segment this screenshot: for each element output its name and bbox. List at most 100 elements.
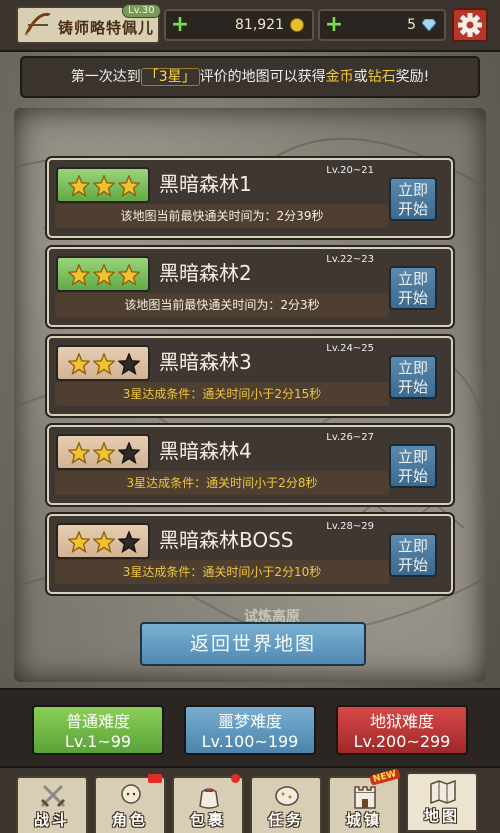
notice-text-2: 评价的地图可以获得 (199, 69, 326, 85)
gem-value: 5 (407, 17, 416, 33)
stage-info-text: 3星达成条件：通关时间小于2分8秒 (126, 476, 318, 490)
difficulty-normal-button[interactable]: 普通难度 Lv.1~99 (32, 705, 164, 755)
player-profile[interactable]: Lv.30 铸师略特佩儿 (16, 4, 161, 44)
character-icon (121, 784, 141, 804)
star-filled-icon (92, 441, 116, 465)
stage-level-range: Lv.24~25 (326, 343, 374, 354)
nav-battle-label: 战斗 (33, 811, 70, 829)
player-level-badge: Lv.30 (122, 4, 161, 18)
star-filled-icon (117, 174, 141, 198)
notice-stars: 「3星」 (140, 68, 200, 86)
stage-start-button[interactable]: 立即 开始 (389, 533, 437, 577)
notice-text-1: 第一次达到 (70, 69, 141, 85)
town-icon (354, 786, 376, 809)
bag-icon (199, 788, 219, 809)
stage-star-rating (56, 345, 150, 381)
nav-quest-label: 任务 (267, 811, 304, 829)
difficulty-hell-name: 地狱难度 (369, 712, 434, 731)
star-filled-icon (67, 352, 91, 376)
notice-or: 或 (353, 69, 368, 85)
nav-map-label: 地图 (423, 807, 460, 825)
gold-resource: + 81,921 (164, 9, 314, 41)
star-filled-icon (92, 530, 116, 554)
notice-diamond: 钻石 (367, 69, 396, 85)
difficulty-nightmare-range: Lv.100~199 (201, 732, 299, 751)
town-new-tag: NEW (369, 768, 401, 786)
stage-star-rating (56, 523, 150, 559)
settings-button[interactable] (452, 8, 488, 42)
notice-text-3: 奖励! (395, 69, 430, 85)
gear-icon (458, 13, 482, 37)
character-alert-dot (148, 774, 162, 783)
gold-value: 81,921 (235, 17, 284, 33)
stage-name: 黑暗森林2 (159, 261, 252, 285)
star-filled-icon (92, 263, 116, 287)
stage-level-range: Lv.26~27 (326, 432, 374, 443)
nav-quest[interactable]: 任务 (250, 776, 322, 833)
stage-info-text: 3星达成条件：通关时间小于2分15秒 (122, 387, 322, 401)
star-filled-icon (67, 441, 91, 465)
nav-town[interactable]: NEW 城镇 (328, 768, 401, 833)
stage-name: 黑暗森林1 (159, 172, 252, 196)
stage-info-text: 该地图当前最快通关时间为：2分39秒 (120, 209, 324, 223)
stage-card[interactable]: 黑暗森林BOSS Lv.28~29 3星达成条件：通关时间小于2分10秒 立即 开始 (47, 514, 453, 594)
stage-start-button[interactable]: 立即 开始 (389, 355, 437, 399)
stage-level-range: Lv.22~23 (326, 254, 374, 265)
stage-start-button[interactable]: 立即 开始 (389, 444, 437, 488)
bottom-nav: 战斗 角色 包裹 任务 NEW 城镇 地图 (0, 766, 500, 833)
add-gold-button[interactable]: + (170, 14, 190, 36)
nav-battle[interactable]: 战斗 (16, 776, 88, 833)
nav-town-label: 城镇 (345, 811, 382, 829)
add-gem-button[interactable]: + (324, 14, 344, 36)
star-filled-icon (67, 263, 91, 287)
star-filled-icon (117, 263, 141, 287)
reward-notice: 第一次达到 「3星」 评价的地图可以获得金币或钻石奖励! (20, 56, 480, 98)
stage-info-text: 3星达成条件：通关时间小于2分10秒 (122, 565, 322, 579)
bow-icon (24, 12, 51, 36)
stage-card[interactable]: 黑暗森林1 Lv.20~21 该地图当前最快通关时间为：2分39秒 立即 开始 (47, 158, 453, 238)
difficulty-nightmare-button[interactable]: 噩梦难度 Lv.100~199 (184, 705, 316, 755)
star-empty-icon (117, 530, 141, 554)
swords-icon (40, 784, 66, 808)
difficulty-nightmare-name: 噩梦难度 (217, 712, 282, 731)
stage-info-text: 该地图当前最快通关时间为：2分3秒 (124, 298, 320, 312)
stage-card[interactable]: 黑暗森林3 Lv.24~25 3星达成条件：通关时间小于2分15秒 立即 开始 (47, 336, 453, 416)
nav-character[interactable]: 角色 (94, 774, 166, 833)
player-name: 铸师略特佩儿 (58, 19, 155, 37)
bag-alert-dot (231, 774, 240, 783)
nav-map[interactable]: 地图 (406, 772, 478, 832)
difficulty-bar: 普通难度 Lv.1~99 噩梦难度 Lv.100~199 地狱难度 Lv.200… (0, 688, 500, 766)
star-empty-icon (117, 441, 141, 465)
stage-start-button[interactable]: 立即 开始 (389, 177, 437, 221)
notice-gold: 金币 (325, 69, 354, 85)
stage-start-button[interactable]: 立即 开始 (389, 266, 437, 310)
diamond-icon (422, 19, 436, 31)
nav-character-label: 角色 (111, 811, 148, 829)
nav-bag-label: 包裹 (189, 811, 226, 829)
difficulty-hell-button[interactable]: 地狱难度 Lv.200~299 (336, 705, 468, 755)
stage-card[interactable]: 黑暗森林2 Lv.22~23 该地图当前最快通关时间为：2分3秒 立即 开始 (47, 247, 453, 327)
stage-level-range: Lv.20~21 (326, 165, 374, 176)
stage-card[interactable]: 黑暗森林4 Lv.26~27 3星达成条件：通关时间小于2分8秒 立即 开始 (47, 425, 453, 505)
stage-name: 黑暗森林3 (159, 350, 252, 374)
top-bar: Lv.30 铸师略特佩儿 + 81,921 + 5 (0, 0, 500, 52)
difficulty-hell-range: Lv.200~299 (353, 732, 451, 751)
stage-star-rating (56, 256, 150, 292)
map-icon (430, 779, 456, 805)
star-filled-icon (67, 174, 91, 198)
star-filled-icon (92, 174, 116, 198)
stage-star-rating (56, 167, 150, 203)
stage-star-rating (56, 434, 150, 470)
star-filled-icon (92, 352, 116, 376)
stage-level-range: Lv.28~29 (326, 521, 374, 532)
difficulty-normal-name: 普通难度 (65, 712, 130, 731)
star-filled-icon (67, 530, 91, 554)
nav-bag[interactable]: 包裹 (172, 774, 244, 833)
difficulty-normal-range: Lv.1~99 (64, 732, 132, 751)
return-world-map-button[interactable]: 返回世界地图 (140, 622, 366, 666)
star-empty-icon (117, 352, 141, 376)
coin-icon (290, 18, 304, 32)
stage-name: 黑暗森林4 (159, 439, 252, 463)
gem-resource: + 5 (318, 9, 446, 41)
stage-name: 黑暗森林BOSS (159, 528, 294, 552)
